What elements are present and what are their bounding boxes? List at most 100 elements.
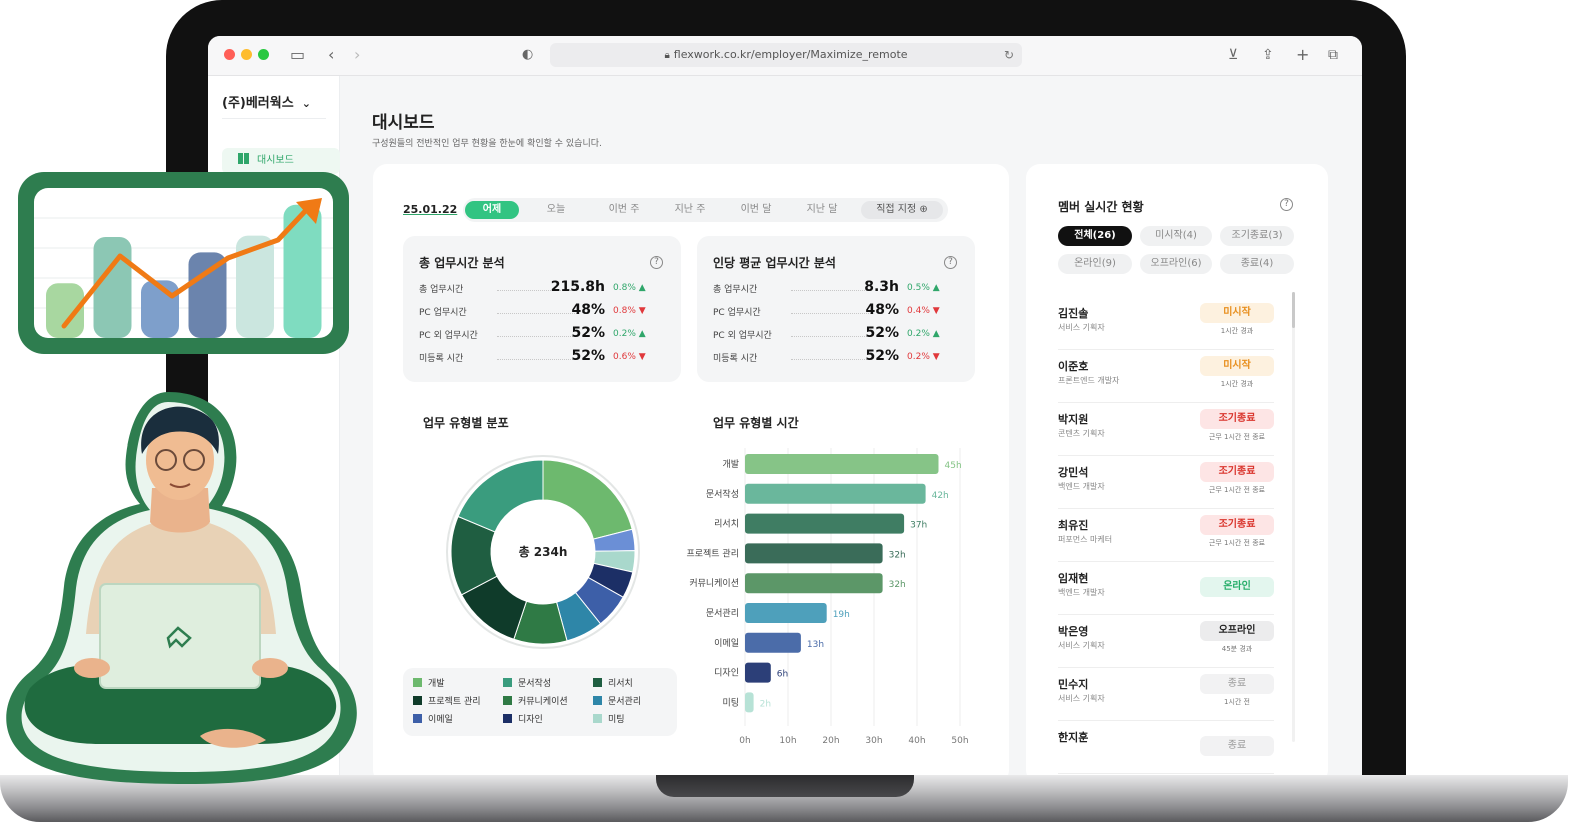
- member-row[interactable]: 최유진 퍼포먼스 마케터 조기종료 근무 1시간 전 종료: [1058, 510, 1274, 562]
- member-status-note: 근무 1시간 전 종료: [1208, 539, 1266, 547]
- member-role: 프론트엔드 개발자: [1058, 376, 1120, 385]
- left-hand-icon: [74, 658, 110, 678]
- member-row[interactable]: 박지원 콘텐츠 기획자 조기종료 근무 1시간 전 종료: [1058, 404, 1274, 456]
- bar-value-label: 19h: [833, 610, 850, 620]
- growth-chart-panel: [34, 188, 333, 338]
- average-analysis-title: 인당 평균 업무시간 분석: [713, 256, 836, 270]
- minimize-window-button[interactable]: [241, 49, 252, 60]
- member-name: 민수지: [1058, 678, 1089, 691]
- back-icon[interactable]: ‹: [328, 45, 334, 65]
- page-title: 대시보드: [372, 113, 435, 133]
- hero-illustration: ▭ ‹ › ◐ 🔒︎ flexwork.co.kr/employer/Maximi…: [0, 0, 1588, 832]
- member-row[interactable]: 한지훈 종료: [1058, 722, 1274, 774]
- sidebar-item-dashboard[interactable]: 대시보드: [222, 148, 340, 174]
- stat-value: 52%: [571, 325, 605, 341]
- bar-value-label: 32h: [889, 550, 906, 560]
- help-icon[interactable]: ?: [650, 256, 663, 269]
- member-row[interactable]: 박은영 서비스 기획자 오프라인 45분 경과: [1058, 616, 1274, 668]
- stat-value: 52%: [865, 325, 899, 341]
- stat-row: PC 업무시간 48% 0.4% ▼: [713, 302, 961, 321]
- member-status-badge: 온라인: [1200, 577, 1274, 597]
- member-name: 임재현: [1058, 572, 1089, 585]
- company-selector[interactable]: (주)베러웍스 ⌄: [222, 92, 311, 111]
- category-label: 디자인: [714, 668, 739, 679]
- share-icon[interactable]: ⇪: [1262, 45, 1274, 65]
- member-row[interactable]: 민수지 서비스 기획자 종료 1시간 전: [1058, 669, 1274, 721]
- stat-change: 0.8% ▼: [613, 306, 646, 316]
- download-icon[interactable]: ⊻: [1228, 45, 1238, 65]
- bar: [745, 632, 801, 653]
- laptop-notch: [656, 775, 914, 797]
- stat-value: 48%: [865, 302, 899, 318]
- period-chip-last-week[interactable]: 지난 주: [661, 201, 719, 219]
- company-name: (주)베러웍스: [222, 96, 294, 111]
- member-role: 서비스 기획자: [1058, 323, 1105, 332]
- period-chip-last-month[interactable]: 지난 달: [793, 201, 851, 219]
- new-tab-icon[interactable]: +: [1296, 45, 1309, 65]
- member-role: 콘텐츠 기획자: [1058, 429, 1105, 438]
- stat-label: PC 업무시간: [419, 308, 467, 318]
- legend-item: 문서작성: [503, 678, 551, 690]
- reload-icon[interactable]: ↻: [1004, 43, 1014, 67]
- period-chip-yesterday[interactable]: 어제: [465, 201, 519, 219]
- custom-date-button[interactable]: 직접 지정 ⊕: [861, 201, 943, 219]
- member-filter-online[interactable]: 온라인(9): [1058, 254, 1132, 274]
- member-name: 강민석: [1058, 466, 1089, 479]
- stat-label: 총 업무시간: [713, 285, 758, 295]
- period-filter: 어제 오늘 이번 주 지난 주 이번 달 지난 달 직접 지정 ⊕: [463, 198, 948, 222]
- member-row[interactable]: 이준호 프론트엔드 개발자 미시작 1시간 경과: [1058, 351, 1274, 403]
- period-chip-this-month[interactable]: 이번 달: [727, 201, 785, 219]
- legend-item: 디자인: [503, 714, 543, 726]
- url-text: flexwork.co.kr/employer/Maximize_remote: [673, 48, 908, 61]
- close-window-button[interactable]: [224, 49, 235, 60]
- stat-change: 0.2% ▼: [907, 352, 940, 362]
- member-filter-not-started[interactable]: 미시작(4): [1140, 226, 1212, 246]
- member-name: 이준호: [1058, 360, 1089, 373]
- x-tick-label: 50h: [951, 736, 968, 746]
- scrollbar-thumb[interactable]: [1292, 292, 1295, 328]
- shield-icon[interactable]: ◐: [522, 45, 533, 65]
- sidebar-item-label: 대시보드: [257, 155, 294, 166]
- forward-icon[interactable]: ›: [354, 45, 360, 65]
- member-row[interactable]: 강민석 백엔드 개발자 조기종료 근무 1시간 전 종료: [1058, 457, 1274, 509]
- member-filter-offline[interactable]: 오프라인(6): [1140, 254, 1212, 274]
- stat-row: 총 업무시간 215.8h 0.8% ▲: [419, 279, 667, 298]
- address-bar[interactable]: 🔒︎ flexwork.co.kr/employer/Maximize_remot…: [550, 43, 1022, 67]
- help-icon[interactable]: ?: [1280, 198, 1293, 211]
- stat-change: 0.2% ▲: [907, 329, 940, 339]
- maximize-window-button[interactable]: [258, 49, 269, 60]
- member-status-note: 1시간 전: [1224, 698, 1250, 706]
- period-chip-today[interactable]: 오늘: [531, 201, 581, 219]
- stat-row: PC 외 업무시간 52% 0.2% ▲: [419, 325, 667, 344]
- bar: [745, 513, 905, 534]
- category-label: 미팅: [722, 697, 739, 708]
- stat-value: 52%: [571, 348, 605, 364]
- stat-label: PC 외 업무시간: [419, 331, 478, 341]
- scroll-track[interactable]: [1292, 292, 1295, 742]
- member-name: 김진솔: [1058, 307, 1089, 320]
- bar-value-label: 37h: [910, 521, 927, 531]
- member-filter-ended[interactable]: 종료(4): [1220, 254, 1294, 274]
- member-filter-all[interactable]: 전체(26): [1058, 226, 1132, 246]
- stat-row: PC 업무시간 48% 0.8% ▼: [419, 302, 667, 321]
- period-chip-this-week[interactable]: 이번 주: [595, 201, 653, 219]
- member-status-note: 1시간 경과: [1220, 380, 1254, 388]
- member-row[interactable]: 임재현 백엔드 개발자 온라인: [1058, 563, 1274, 615]
- x-tick-label: 30h: [865, 736, 882, 746]
- member-status-badge: 오프라인: [1200, 621, 1274, 641]
- average-analysis-box: 인당 평균 업무시간 분석 ? 총 업무시간 8.3h 0.5% ▲ PC 업무시간…: [697, 236, 975, 382]
- help-icon[interactable]: ?: [944, 256, 957, 269]
- sidebar-toggle-icon[interactable]: ▭: [290, 45, 305, 65]
- x-tick-label: 20h: [822, 736, 839, 746]
- member-row[interactable]: 김진솔 서비스 기획자 미시작 1시간 경과: [1058, 298, 1274, 350]
- category-label: 프로젝트 관리: [686, 548, 739, 559]
- bar: [745, 543, 883, 564]
- tabs-overview-icon[interactable]: ⧉: [1328, 45, 1338, 65]
- member-status-note: 근무 1시간 전 종료: [1208, 433, 1266, 441]
- member-name: 박은영: [1058, 625, 1089, 638]
- stat-label: 미등록 시간: [713, 354, 758, 364]
- chart-legend: 개발 문서작성 리서치 프로젝트 관리 커뮤니케이션 문서관리 이메일 디자인 …: [403, 668, 677, 736]
- member-filter-early-leave[interactable]: 조기종료(3): [1220, 226, 1294, 246]
- plus-circle-icon: ⊕: [919, 204, 928, 215]
- member-status-badge: 조기종료: [1200, 409, 1274, 429]
